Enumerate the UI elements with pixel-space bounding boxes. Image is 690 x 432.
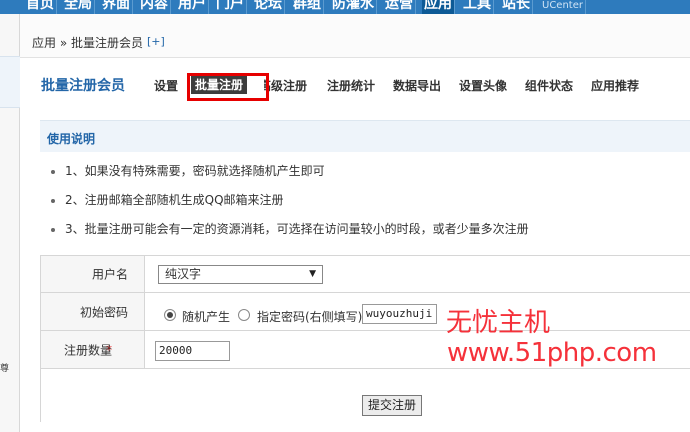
tab-set-avatar[interactable]: 设置头像 <box>459 77 507 94</box>
usage-note-text: 3、批量注册可能会有一定的资源消耗，可选择在访问量较小的时段，或者少量多次注册 <box>65 222 529 236</box>
topnav-item-tools[interactable]: 工具 <box>461 0 494 14</box>
watermark-url: www.51php.com <box>447 338 657 368</box>
breadcrumb: 应用 » 批量注册会员 [+] <box>20 14 690 58</box>
username-type-select[interactable]: 纯汉字 ▼ <box>158 265 323 284</box>
form-label-cell: * 注册数量 <box>41 331 145 368</box>
usage-note-item: 2、注册邮箱全部随机生成QQ邮箱来注册 <box>51 191 284 208</box>
bullet-icon <box>51 169 55 174</box>
topnav-item-ucenter[interactable]: UCenter <box>540 0 586 14</box>
topnav-item-users[interactable]: 用户 <box>176 0 209 14</box>
topnav-item-portal[interactable]: 门户 <box>214 0 247 14</box>
tab-data-export[interactable]: 数据导出 <box>393 77 441 94</box>
topnav-item-operation[interactable]: 运营 <box>383 0 416 14</box>
usage-note-text: 2、注册邮箱全部随机生成QQ邮箱来注册 <box>65 193 284 207</box>
usage-note-item: 1、如果没有特殊需要，密码就选择随机产生即可 <box>51 162 325 179</box>
register-count-input[interactable]: 20000 <box>155 341 230 361</box>
form-row-password: 初始密码 随机产生 指定密码(右侧填写) wuyouzhuji <box>41 293 690 331</box>
topnav-item-webmaster[interactable]: 站长 <box>500 0 533 14</box>
tab-register-stats[interactable]: 注册统计 <box>327 77 375 94</box>
left-sidebar-glyph: 尊 <box>0 364 10 374</box>
breadcrumb-text: 应用 » 批量注册会员 <box>32 36 143 50</box>
left-sidebar-active-band <box>0 56 20 108</box>
topnav-item-antispam[interactable]: 防灌水 <box>330 0 377 14</box>
tab-settings[interactable]: 设置 <box>154 77 178 94</box>
usage-note-item: 3、批量注册可能会有一定的资源消耗，可选择在访问量较小的时段，或者少量多次注册 <box>51 220 529 237</box>
username-label: 用户名 <box>91 267 128 282</box>
bullet-icon <box>51 198 55 203</box>
topnav-item-forum[interactable]: 论坛 <box>252 0 285 14</box>
form-label-cell: 初始密码 <box>41 293 145 330</box>
form-row-username: 用户名 纯汉字 ▼ <box>41 256 690 293</box>
watermark-brand: 无忧主机 <box>446 308 551 338</box>
topnav-item-home[interactable]: 首页 <box>24 0 57 14</box>
topnav-item-apps[interactable]: 应用 <box>422 0 455 14</box>
topnav-item-content[interactable]: 内容 <box>138 0 171 14</box>
username-type-value: 纯汉字 <box>165 267 202 281</box>
password-label: 初始密码 <box>79 305 128 319</box>
topnav-item-global[interactable]: 全局 <box>62 0 95 14</box>
top-nav-bar: 首页 全局 界面 内容 用户 门户 论坛 群组 防灌水 运营 应用 工具 站长 … <box>0 0 690 14</box>
password-random-label: 随机产生 <box>182 310 231 324</box>
chevron-down-icon: ▼ <box>309 269 316 279</box>
password-custom-label: 指定密码(右侧填写) <box>257 310 363 324</box>
highlight-box <box>187 73 269 101</box>
topnav-item-group[interactable]: 群组 <box>291 0 324 14</box>
usage-section-header: 使用说明 <box>40 120 690 152</box>
page-title: 批量注册会员 <box>41 78 125 94</box>
password-random-radio[interactable] <box>164 309 176 321</box>
bullet-icon <box>51 227 55 232</box>
form-label-cell: 用户名 <box>41 256 145 292</box>
topnav-item-interface[interactable]: 界面 <box>100 0 133 14</box>
submit-register-button[interactable]: 提交注册 <box>362 395 422 416</box>
password-custom-radio[interactable] <box>238 309 250 321</box>
count-label-text: 注册数量 <box>63 343 112 357</box>
usage-note-text: 1、如果没有特殊需要，密码就选择随机产生即可 <box>65 164 325 178</box>
breadcrumb-add-shortcut[interactable]: [+] <box>147 35 165 48</box>
left-sidebar-strip: 尊 <box>0 14 20 432</box>
tab-component-status[interactable]: 组件状态 <box>525 77 573 94</box>
custom-password-input[interactable]: wuyouzhuji <box>362 304 437 324</box>
usage-section-title: 使用说明 <box>47 132 96 146</box>
tab-app-recommend[interactable]: 应用推荐 <box>591 77 639 94</box>
sub-nav: 批量注册会员 设置 批量注册 高级注册 注册统计 数据导出 设置头像 组件状态 … <box>20 58 690 114</box>
